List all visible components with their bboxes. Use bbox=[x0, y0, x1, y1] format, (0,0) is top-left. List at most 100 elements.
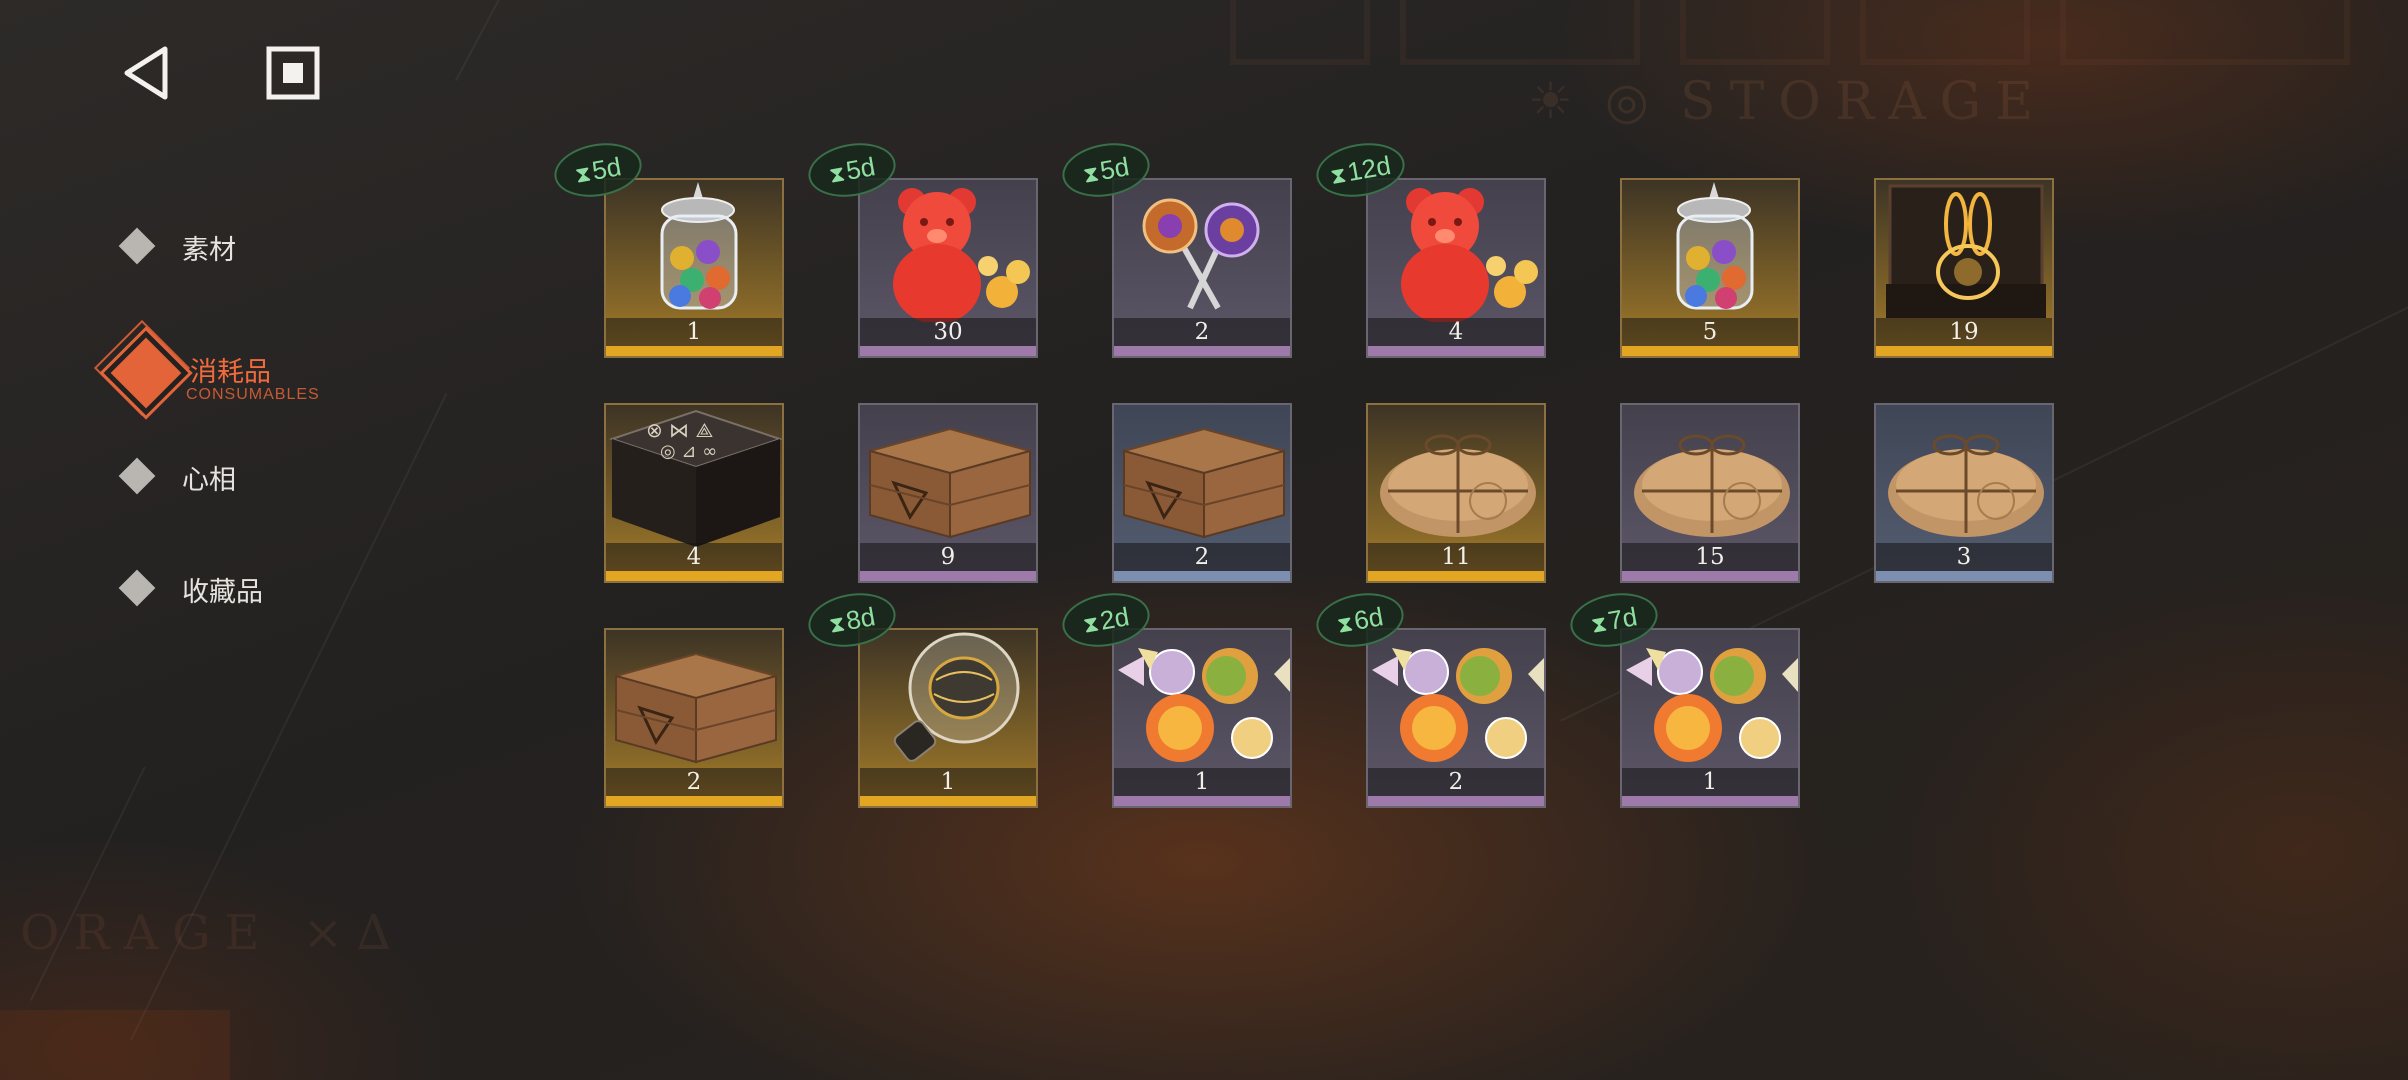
item-count: 2 bbox=[1448, 769, 1464, 795]
item-slot-wooden-crate[interactable]: 9 bbox=[858, 403, 1038, 583]
item-card: 9 bbox=[858, 403, 1038, 583]
back-button[interactable] bbox=[112, 38, 182, 108]
category-label: 素材 bbox=[182, 235, 236, 266]
wrapped-candies-icon bbox=[1622, 630, 1798, 772]
item-card: 2 bbox=[1112, 403, 1292, 583]
rarity-bar bbox=[606, 796, 782, 806]
timer-text: 2d bbox=[1097, 601, 1132, 636]
category-label: 心相 bbox=[182, 465, 236, 496]
hourglass-icon: ⧗ bbox=[827, 160, 847, 188]
item-slot-wrapped-candies[interactable]: 1 ⧗2d bbox=[1058, 586, 1292, 808]
bg-decor-block bbox=[0, 1010, 230, 1080]
rarity-bar bbox=[1622, 571, 1798, 581]
item-slot-gummy-bear[interactable]: 4 ⧗12d bbox=[1312, 136, 1546, 358]
item-slot-candy-jar[interactable]: 5 bbox=[1620, 178, 1800, 358]
item-slot-paper-parcel[interactable]: 11 bbox=[1366, 403, 1546, 583]
timer-text: 8d bbox=[843, 601, 878, 636]
item-slot-golden-rabbit-box[interactable]: 19 bbox=[1874, 178, 2054, 358]
item-count: 1 bbox=[1194, 769, 1210, 795]
item-card: 2 bbox=[1366, 628, 1546, 808]
item-count: 2 bbox=[686, 769, 702, 795]
rarity-bar bbox=[1368, 571, 1544, 581]
item-count: 1 bbox=[1702, 769, 1718, 795]
wrapped-candies-icon bbox=[1368, 630, 1544, 772]
rarity-bar bbox=[1622, 346, 1798, 356]
item-slot-paper-parcel[interactable]: 15 bbox=[1620, 403, 1800, 583]
bg-decor-bar bbox=[2060, 0, 2350, 65]
rarity-bar bbox=[606, 571, 782, 581]
category-sublabel: CONSUMABLES bbox=[186, 386, 320, 403]
rarity-bar bbox=[1114, 571, 1290, 581]
item-card: 1 bbox=[1620, 628, 1800, 808]
rarity-bar bbox=[860, 796, 1036, 806]
hourglass-icon: ⧗ bbox=[1589, 610, 1609, 638]
stop-square-icon bbox=[266, 46, 320, 100]
item-card: 5 bbox=[1620, 178, 1800, 358]
bg-decor-bar bbox=[1230, 0, 1370, 65]
rarity-bar bbox=[860, 571, 1036, 581]
item-count: 4 bbox=[686, 544, 702, 570]
rarity-bar bbox=[860, 346, 1036, 356]
bg-line bbox=[30, 766, 146, 1001]
item-card: 2 bbox=[604, 628, 784, 808]
bg-decor-bar bbox=[1680, 0, 1830, 65]
wrapped-candies-icon bbox=[1114, 630, 1290, 772]
item-slot-candy-jar[interactable]: 1 ⧗5d bbox=[550, 136, 784, 358]
item-card: 1 bbox=[858, 628, 1038, 808]
category-materials[interactable]: 素材 bbox=[100, 210, 400, 280]
glass-bulb-icon bbox=[860, 630, 1036, 772]
watermark-storage-bottom: ORAGE ×∆ bbox=[20, 905, 405, 961]
item-slot-gummy-bear[interactable]: 30 ⧗5d bbox=[804, 136, 1038, 358]
gummy-bear-icon bbox=[860, 180, 1036, 324]
item-count: 19 bbox=[1949, 319, 1979, 345]
item-slot-rune-crate[interactable]: ⊗ ⋈ ⟁ ◎ ⊿ ∞ 4 bbox=[604, 403, 784, 583]
hourglass-icon: ⧗ bbox=[1335, 610, 1355, 638]
item-count: 9 bbox=[940, 544, 956, 570]
item-card: 15 bbox=[1620, 403, 1800, 583]
timer-text: 7d bbox=[1605, 601, 1640, 636]
item-slot-wooden-crate[interactable]: 2 bbox=[604, 628, 784, 808]
diamond-icon bbox=[118, 227, 156, 265]
paper-parcel-icon bbox=[1622, 405, 1798, 547]
rarity-bar bbox=[1622, 796, 1798, 806]
item-slot-wrapped-candies[interactable]: 1 ⧗7d bbox=[1566, 586, 1800, 808]
item-slot-wooden-crate[interactable]: 2 bbox=[1112, 403, 1292, 583]
item-slot-paper-parcel[interactable]: 3 bbox=[1874, 403, 2054, 583]
category-consumables[interactable]: 消耗品 CONSUMABLES bbox=[93, 319, 400, 417]
timer-text: 12d bbox=[1345, 149, 1393, 188]
item-slot-lollipops[interactable]: 2 ⧗5d bbox=[1058, 136, 1292, 358]
candy-jar-icon bbox=[606, 180, 782, 322]
item-count: 2 bbox=[1194, 544, 1210, 570]
bg-decor-bar bbox=[1860, 0, 2030, 65]
category-collectibles[interactable]: 收藏品 bbox=[100, 552, 400, 622]
wooden-crate-icon bbox=[606, 630, 782, 772]
hourglass-icon: ⧗ bbox=[573, 160, 593, 188]
rarity-bar bbox=[1114, 796, 1290, 806]
item-count: 1 bbox=[940, 769, 956, 795]
item-card: 30 bbox=[858, 178, 1038, 358]
item-card: 2 bbox=[1112, 178, 1292, 358]
candy-jar-icon bbox=[1622, 180, 1798, 322]
item-card: 4 bbox=[1366, 178, 1546, 358]
gummy-bear-icon bbox=[1368, 180, 1544, 324]
item-count: 2 bbox=[1194, 319, 1210, 345]
item-count: 30 bbox=[933, 319, 963, 345]
rarity-bar bbox=[1876, 571, 2052, 581]
paper-parcel-icon bbox=[1368, 405, 1544, 547]
timer-text: 5d bbox=[1097, 151, 1132, 186]
item-count: 3 bbox=[1956, 544, 1972, 570]
back-triangle-icon bbox=[124, 46, 168, 100]
item-count: 1 bbox=[686, 319, 702, 345]
rune-crate-icon: ⊗ ⋈ ⟁ ◎ ⊿ ∞ bbox=[606, 405, 782, 547]
category-psychube[interactable]: 心相 bbox=[100, 440, 400, 510]
sun-glyph-icon: ☀ bbox=[1528, 73, 1573, 129]
category-label: 收藏品 bbox=[182, 577, 263, 608]
timer-text: 5d bbox=[589, 151, 624, 186]
item-slot-wrapped-candies[interactable]: 2 ⧗6d bbox=[1312, 586, 1546, 808]
item-slot-glass-bulb[interactable]: 1 ⧗8d bbox=[804, 586, 1038, 808]
hourglass-icon: ⧗ bbox=[827, 610, 847, 638]
rarity-bar bbox=[1114, 346, 1290, 356]
stop-button[interactable] bbox=[258, 38, 328, 108]
hourglass-icon: ⧗ bbox=[1081, 160, 1101, 188]
rarity-bar bbox=[1368, 796, 1544, 806]
